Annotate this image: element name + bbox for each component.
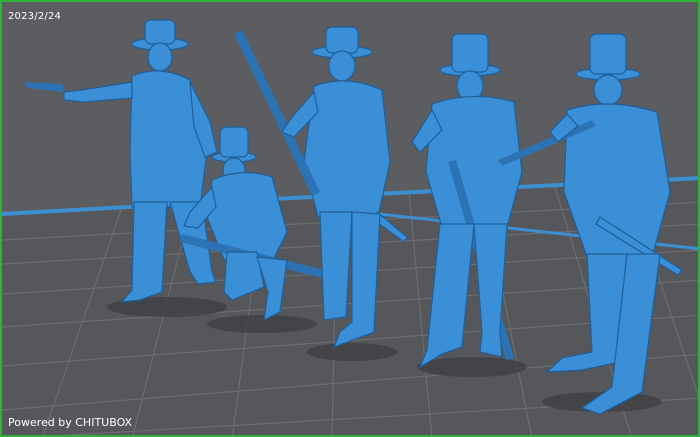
date-stamp: 2023/2/24	[8, 11, 62, 22]
build-plate-scene[interactable]	[2, 2, 700, 437]
3d-viewport[interactable]: 2023/2/24 Powered by CHITUBOX	[0, 0, 700, 437]
powered-by-label: Powered by CHITUBOX	[8, 416, 133, 429]
